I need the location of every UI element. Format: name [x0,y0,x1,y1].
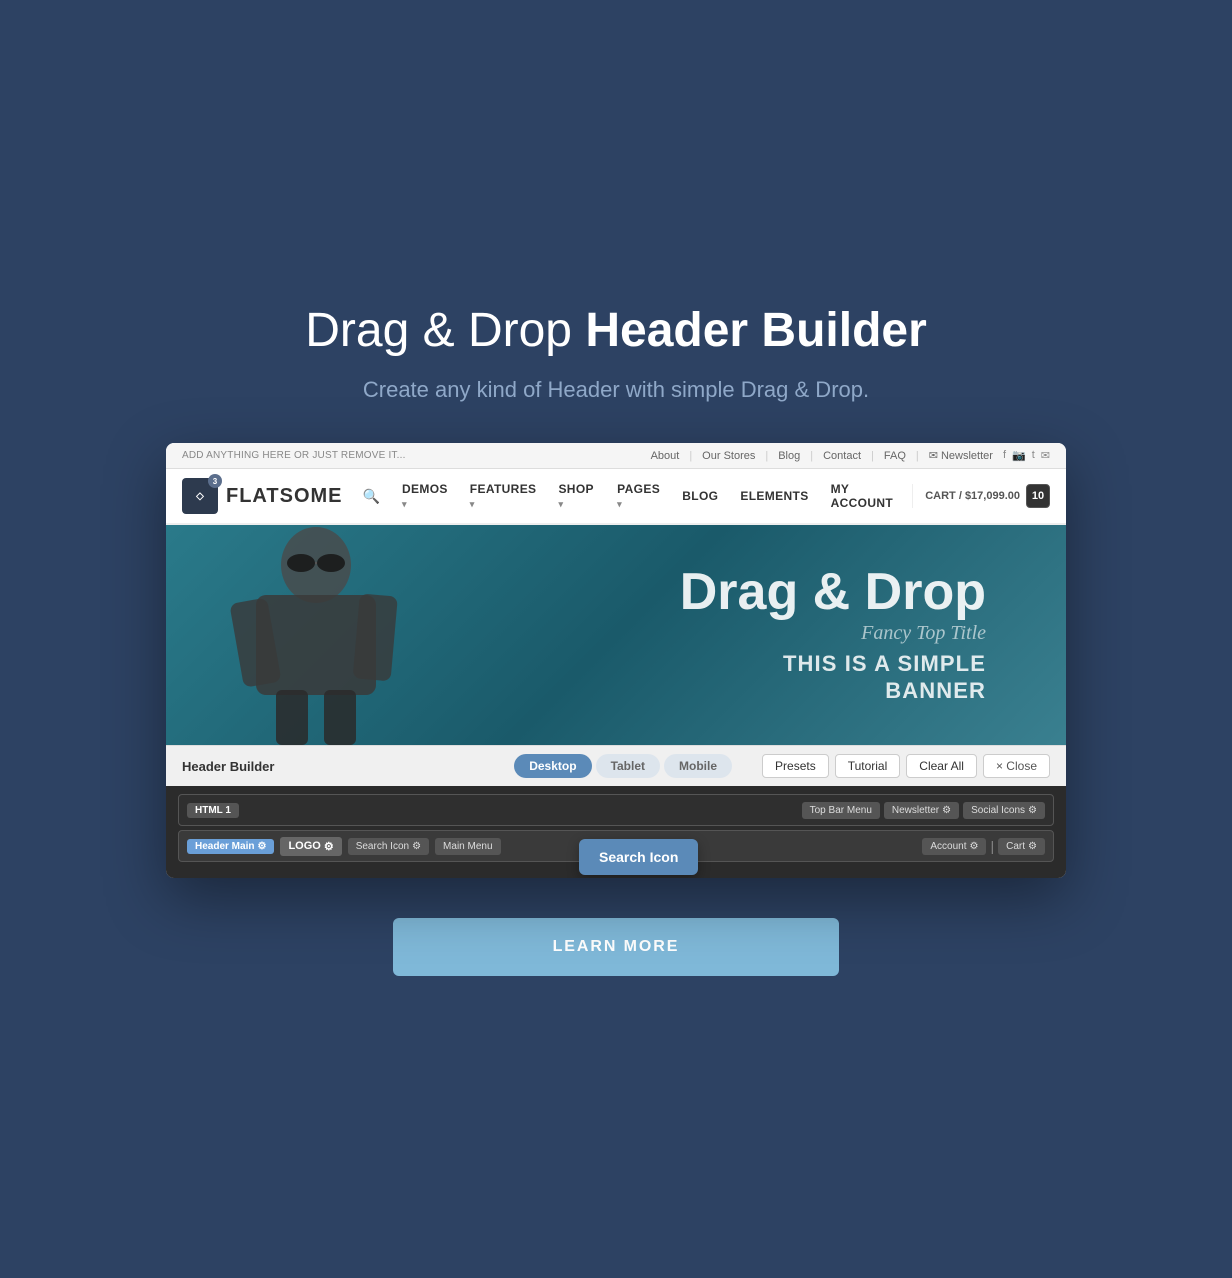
banner-subtitle: THIS IS A SIMPLE BANNER [680,651,986,704]
account-gear-icon [970,841,979,852]
main-menu-item[interactable]: Main Menu [435,838,500,855]
nav-cart-text: CART / $17,099.00 [925,490,1020,502]
facebook-icon[interactable]: f [1003,449,1006,462]
banner-fancy-title: Fancy Top Title [680,622,986,645]
topbar-newsletter[interactable]: ✉ Newsletter [929,449,993,462]
topbar-right: About | Our Stores | Blog | Contact | FA… [651,449,1050,462]
clear-all-button[interactable]: Clear All [906,754,977,778]
person-silhouette [226,525,406,745]
hero-title-bold: Header Builder [585,304,926,357]
logo-badge: 3 [208,474,222,488]
logo-icon: ◇ 3 [182,478,218,514]
builder-actions: Presets Tutorial Clear All × Close [762,754,1050,778]
twitter-icon[interactable]: t [1032,449,1035,462]
top-row-right-items: Top Bar Menu Newsletter Social Icons [802,802,1045,819]
banner-person [226,525,426,745]
device-tabs: Desktop Tablet Mobile [514,754,732,778]
learn-more-button[interactable]: LEARN MORE [393,918,840,976]
builder-bar: Header Builder Desktop Tablet Mobile Pre… [166,745,1066,786]
nav-blog[interactable]: BLOG [672,483,728,509]
topbar-our-stores[interactable]: Our Stores [702,450,755,462]
topbar-contact[interactable]: Contact [823,450,861,462]
account-item[interactable]: Account [922,838,986,855]
hero-title-light: Drag & Drop [305,304,585,357]
builder-area: HTML 1 Top Bar Menu Newsletter Social Ic… [166,786,1066,878]
search-icon-tooltip: Search Icon [579,839,698,875]
banner: Drag & Drop Fancy Top Title THIS IS A SI… [166,525,1066,745]
social-icons: f 📷 t ✉ [1003,449,1050,462]
search-icon-gear-icon [412,841,421,852]
nav-search-icon[interactable]: 🔍 [363,488,380,505]
header-main-gear-icon [257,841,266,852]
envelope-icon: ✉ [929,449,938,462]
html1-tag[interactable]: HTML 1 [187,803,239,818]
cart-gear-icon [1028,841,1037,852]
tooltip-label: Search Icon [599,849,678,865]
banner-text: Drag & Drop Fancy Top Title THIS IS A SI… [680,566,986,704]
tab-desktop[interactable]: Desktop [514,754,591,778]
logo-text[interactable]: FLATSOME [226,485,343,508]
nav-features[interactable]: FEATURES [460,476,547,516]
bottom-row-right: Account | Cart [922,838,1045,855]
header-main-tag[interactable]: Header Main [187,839,274,854]
main-nav: ◇ 3 FLATSOME 🔍 DEMOS FEATURES SHOP PAGES… [166,469,1066,525]
nav-cart[interactable]: CART / $17,099.00 10 [912,484,1050,508]
nav-pages[interactable]: PAGES [607,476,670,516]
page-wrapper: Drag & Drop Header Builder Create any ki… [166,302,1066,977]
search-icon-item[interactable]: Search Icon [348,838,429,855]
banner-main-title: Drag & Drop [680,566,986,618]
hero-subtitle: Create any kind of Header with simple Dr… [363,377,869,403]
builder-bar-label: Header Builder [182,759,274,774]
nav-shop[interactable]: SHOP [548,476,605,516]
demo-window: ADD ANYTHING HERE OR JUST REMOVE IT... A… [166,443,1066,878]
newsletter-item[interactable]: Newsletter [884,802,959,819]
cart-item[interactable]: Cart [998,838,1045,855]
topbar-faq[interactable]: FAQ [884,450,906,462]
social-icons-gear-icon [1028,805,1037,816]
cart-badge: 10 [1026,484,1050,508]
nav-demos[interactable]: DEMOS [392,476,458,516]
newsletter-label: Newsletter [941,450,993,462]
instagram-icon[interactable]: 📷 [1012,449,1026,462]
email-icon[interactable]: ✉ [1041,449,1050,462]
tutorial-button[interactable]: Tutorial [835,754,901,778]
logo-gear-icon [324,840,334,853]
logo-diamond-icon: ◇ [196,491,204,502]
nav-elements[interactable]: ELEMENTS [730,483,818,509]
topbar-left-text: ADD ANYTHING HERE OR JUST REMOVE IT... [182,450,406,461]
logo-builder-item[interactable]: LOGO [280,837,341,856]
newsletter-gear-icon [942,805,951,816]
divider-symbol: | [990,838,994,854]
topbar-about[interactable]: About [651,450,680,462]
topbar: ADD ANYTHING HERE OR JUST REMOVE IT... A… [166,443,1066,469]
builder-top-row: HTML 1 Top Bar Menu Newsletter Social Ic… [178,794,1054,826]
logo-area: ◇ 3 FLATSOME [182,478,343,514]
builder-main-row: Header Main Search Icon LOGO Search Icon… [178,830,1054,862]
tab-mobile[interactable]: Mobile [664,754,732,778]
top-bar-menu-item[interactable]: Top Bar Menu [802,802,880,819]
tab-tablet[interactable]: Tablet [596,754,660,778]
social-icons-item[interactable]: Social Icons [963,802,1045,819]
nav-items: DEMOS FEATURES SHOP PAGES BLOG ELEMENTS … [392,476,912,516]
hero-title: Drag & Drop Header Builder [305,302,927,360]
nav-my-account[interactable]: MY ACCOUNT [821,476,913,516]
close-button[interactable]: × Close [983,754,1050,778]
presets-button[interactable]: Presets [762,754,829,778]
topbar-blog[interactable]: Blog [778,450,800,462]
